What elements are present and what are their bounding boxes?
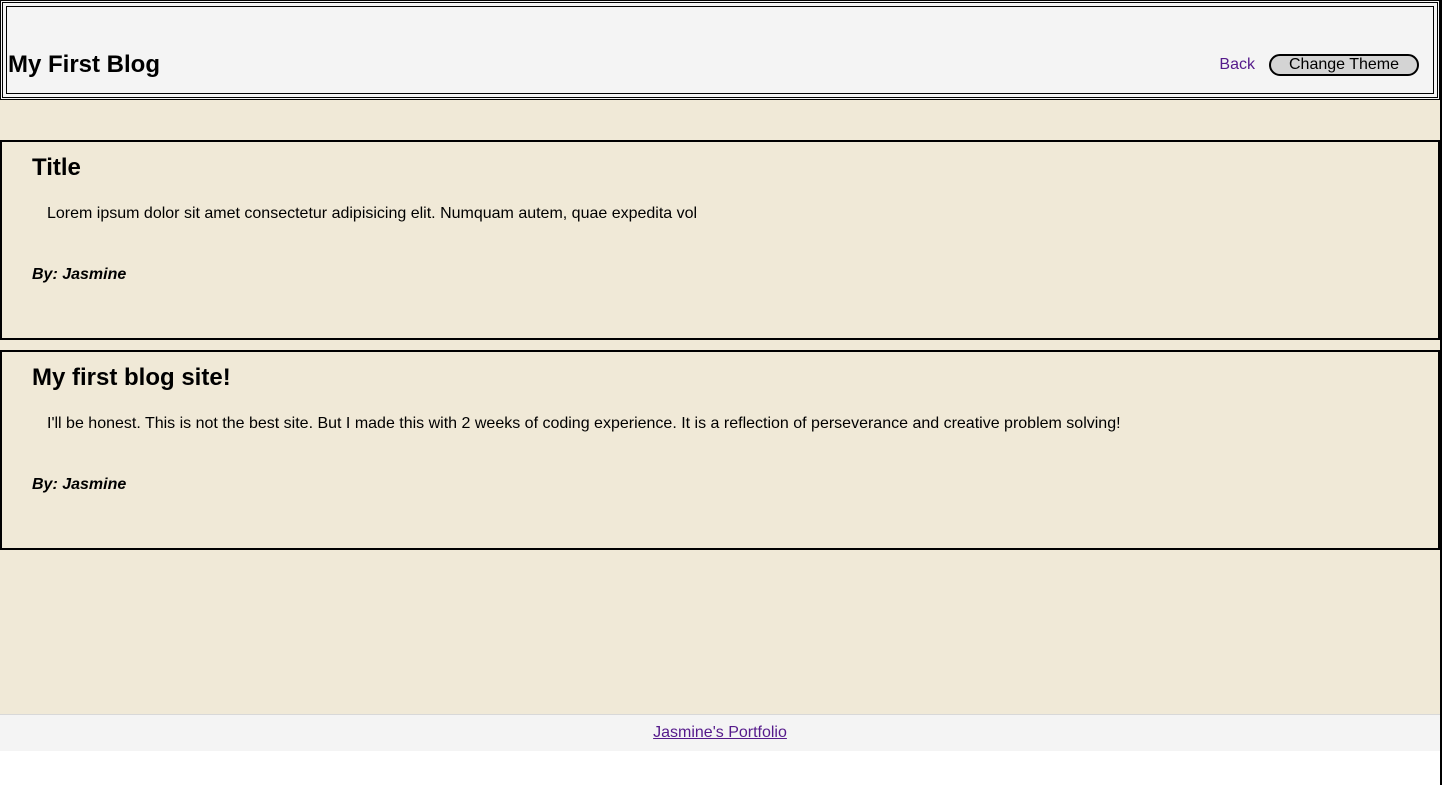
site-footer: Jasmine's Portfolio bbox=[0, 714, 1440, 751]
post-body: I'll be honest. This is not the best sit… bbox=[47, 415, 1121, 432]
site-header: My First Blog Back Change Theme bbox=[0, 0, 1440, 100]
change-theme-button[interactable]: Change Theme bbox=[1269, 54, 1419, 76]
blog-post: Title Lorem ipsum dolor sit amet consect… bbox=[0, 140, 1440, 340]
post-author: By: Jasmine bbox=[32, 266, 127, 283]
post-title: My first blog site! bbox=[32, 364, 231, 391]
site-title: My First Blog bbox=[8, 51, 161, 78]
blog-post: My first blog site! I'll be honest. This… bbox=[0, 350, 1440, 550]
post-author: By: Jasmine bbox=[32, 476, 127, 493]
page: My First Blog Back Change Theme Title Lo… bbox=[0, 0, 1442, 785]
header-inner-border bbox=[6, 6, 1434, 94]
portfolio-link[interactable]: Jasmine's Portfolio bbox=[653, 723, 787, 743]
post-title: Title bbox=[32, 154, 81, 181]
back-link[interactable]: Back bbox=[1219, 53, 1255, 77]
header-nav: Back Change Theme bbox=[1219, 53, 1419, 77]
post-body: Lorem ipsum dolor sit amet consectetur a… bbox=[47, 205, 698, 222]
